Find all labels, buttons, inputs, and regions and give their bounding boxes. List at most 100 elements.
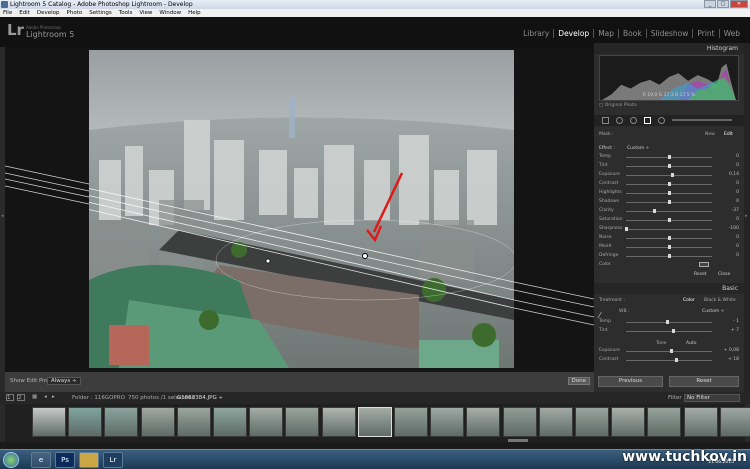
photo-viewer[interactable] (5, 47, 594, 372)
mask-edit-button[interactable]: Edit (724, 132, 733, 137)
mask-close-button[interactable]: Close (718, 272, 730, 277)
edit-pin[interactable] (265, 258, 271, 264)
start-button[interactable] (3, 452, 19, 468)
adjustment-brush-icon[interactable] (672, 119, 732, 121)
module-print[interactable]: Print (692, 29, 718, 38)
slider-thumb[interactable] (652, 209, 656, 213)
menu-edit[interactable]: Edit (19, 9, 30, 17)
effect-slider-sharpness[interactable]: Sharpness -100 (599, 226, 739, 233)
filmstrip-thumbnail[interactable] (430, 407, 465, 437)
basic-slider-temp[interactable]: Temp - 1 (599, 319, 739, 326)
slider-value[interactable]: - 1 (733, 319, 739, 324)
slider-value[interactable]: 0,14 (729, 172, 739, 177)
show-edit-pins-select[interactable]: Always ÷ (47, 377, 81, 385)
effect-slider-temp[interactable]: Temp 0 (599, 154, 739, 161)
effect-slider-contrast[interactable]: Contrast 0 (599, 181, 739, 188)
module-map[interactable]: Map (593, 29, 618, 38)
slider-thumb[interactable] (668, 254, 671, 258)
taskbar-photoshop[interactable]: Ps (55, 452, 75, 468)
slider-thumb[interactable] (671, 173, 675, 177)
slider-thumb[interactable] (674, 358, 678, 362)
slider-value[interactable]: 0 (736, 199, 739, 204)
filmstrip-thumbnail[interactable] (466, 407, 501, 437)
slider-value[interactable]: 0 (736, 181, 739, 186)
slider-thumb[interactable] (668, 200, 671, 204)
filmstrip-thumbnail[interactable] (611, 407, 646, 437)
treatment-bw-button[interactable]: Black & White (704, 298, 736, 303)
slider-value[interactable]: + 7 (731, 328, 739, 333)
filmstrip-thumbnail[interactable] (32, 407, 66, 437)
page-1-button[interactable]: 1 (6, 394, 14, 401)
slider-value[interactable]: + 0,08 (724, 348, 739, 353)
filmstrip-thumbnail[interactable] (213, 407, 247, 437)
slider-thumb[interactable] (668, 191, 671, 195)
effect-slider-noise[interactable]: Noise 0 (599, 235, 739, 242)
basic-header[interactable]: Basic (594, 283, 744, 294)
slider-value[interactable]: 0 (736, 244, 739, 249)
filmstrip-thumbnail[interactable] (394, 407, 428, 437)
effect-slider-exposure[interactable]: Exposure 0,14 (599, 172, 739, 179)
treatment-color-button[interactable]: Color (683, 298, 695, 303)
grid-view-icon[interactable]: ▦ (32, 394, 37, 400)
mask-reset-button[interactable]: Reset (694, 272, 707, 277)
effect-slider-saturation[interactable]: Saturation 0 (599, 217, 739, 224)
filter-select[interactable]: No Filter (684, 394, 740, 402)
filmstrip-thumbnail[interactable] (285, 407, 320, 437)
main-photo[interactable] (89, 50, 514, 368)
right-panel-edge[interactable]: ▸ (744, 43, 750, 392)
slider-value[interactable]: + 18 (728, 357, 739, 362)
filmstrip-thumbnail[interactable] (502, 407, 537, 437)
basic-slider-exposure[interactable]: Exposure + 0,08 (599, 348, 739, 355)
menu-file[interactable]: File (3, 9, 12, 17)
menu-settings[interactable]: Settings (89, 9, 112, 17)
red-eye-icon[interactable] (630, 117, 637, 124)
filmstrip-thumbnail[interactable] (176, 407, 211, 437)
filmstrip-thumbnail[interactable] (683, 407, 718, 437)
reset-button[interactable]: Reset (669, 376, 739, 387)
taskbar-explorer[interactable] (79, 452, 99, 468)
module-library[interactable]: Library (519, 29, 553, 38)
filmstrip-thumbnail[interactable] (575, 407, 609, 437)
maximize-button[interactable]: □ (717, 0, 729, 8)
menu-view[interactable]: View (139, 9, 152, 17)
slider-value[interactable]: 0 (736, 163, 739, 168)
slider-thumb[interactable] (668, 236, 671, 240)
slider-thumb[interactable] (672, 329, 676, 333)
effect-slider-shadows[interactable]: Shadows 0 (599, 199, 739, 206)
slider-track[interactable] (626, 360, 712, 361)
taskbar-ie[interactable]: e (31, 452, 51, 468)
slider-track[interactable] (626, 211, 712, 212)
slider-thumb[interactable] (669, 349, 673, 353)
left-panel-toggle-icon[interactable]: ◂ (1, 213, 4, 219)
menu-photo[interactable]: Photo (67, 9, 83, 17)
menu-tools[interactable]: Tools (119, 9, 133, 17)
slider-track[interactable] (626, 229, 712, 230)
minimize-button[interactable]: _ (704, 0, 716, 8)
tone-auto-button[interactable]: Auto (686, 341, 696, 346)
slider-thumb[interactable] (666, 320, 670, 324)
color-swatch[interactable] (699, 262, 709, 267)
slider-thumb[interactable] (625, 227, 628, 231)
slider-thumb[interactable] (668, 155, 671, 159)
filmstrip-thumbnail[interactable] (719, 407, 750, 437)
slider-value[interactable]: 0 (736, 235, 739, 240)
effect-slider-defringe[interactable]: Defringe 0 (599, 253, 739, 260)
slider-value[interactable]: 0 (736, 253, 739, 258)
previous-button[interactable]: Previous (598, 376, 663, 387)
filmstrip-thumbnail[interactable] (321, 407, 356, 437)
wb-select[interactable]: Custom ÷ (702, 309, 724, 314)
right-panel-toggle-icon[interactable]: ▸ (745, 213, 748, 219)
menu-help[interactable]: Help (188, 9, 201, 17)
close-button[interactable]: ✕ (730, 0, 748, 8)
effect-slider-tint[interactable]: Tint 0 (599, 163, 739, 170)
filmstrip-thumbnail[interactable] (647, 407, 682, 437)
radial-filter-icon[interactable] (658, 117, 665, 124)
slider-value[interactable]: -37 (732, 208, 739, 213)
menu-develop[interactable]: Develop (37, 9, 60, 17)
crop-tool-icon[interactable] (602, 117, 609, 124)
selected-file[interactable]: G1868384.JPG ÷ (177, 395, 223, 401)
mask-new-button[interactable]: New (705, 132, 715, 137)
histogram-header[interactable]: Histogram (594, 43, 744, 54)
folder-path[interactable]: Folder : 116GOPRO (72, 395, 125, 401)
filmstrip-thumbnail-selected[interactable] (357, 407, 392, 437)
